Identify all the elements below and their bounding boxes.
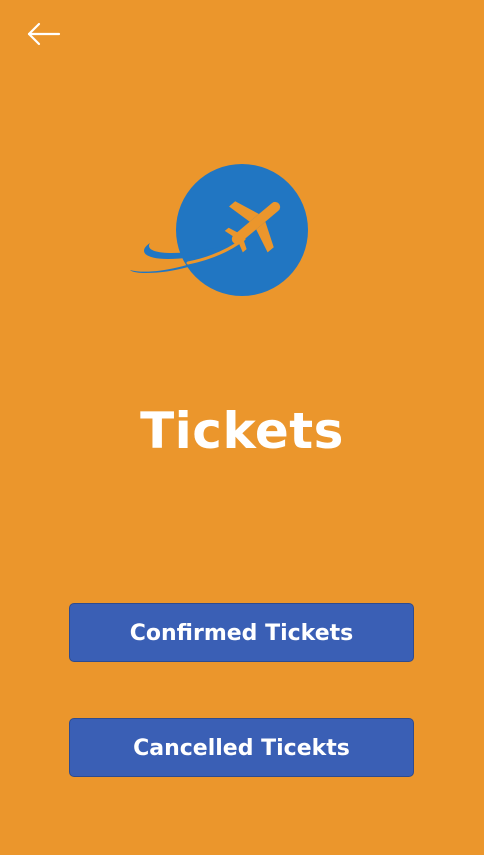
cancelled-tickets-button[interactable]: Cancelled Ticekts	[69, 718, 414, 777]
arrow-left-icon	[27, 22, 61, 46]
page-title: Tickets	[140, 402, 344, 460]
confirmed-tickets-button[interactable]: Confirmed Tickets	[69, 603, 414, 662]
back-button[interactable]	[22, 18, 66, 50]
airplane-globe-icon	[130, 164, 308, 296]
tickets-screen: Tickets Confirmed Tickets Cancelled Tice…	[0, 0, 484, 855]
